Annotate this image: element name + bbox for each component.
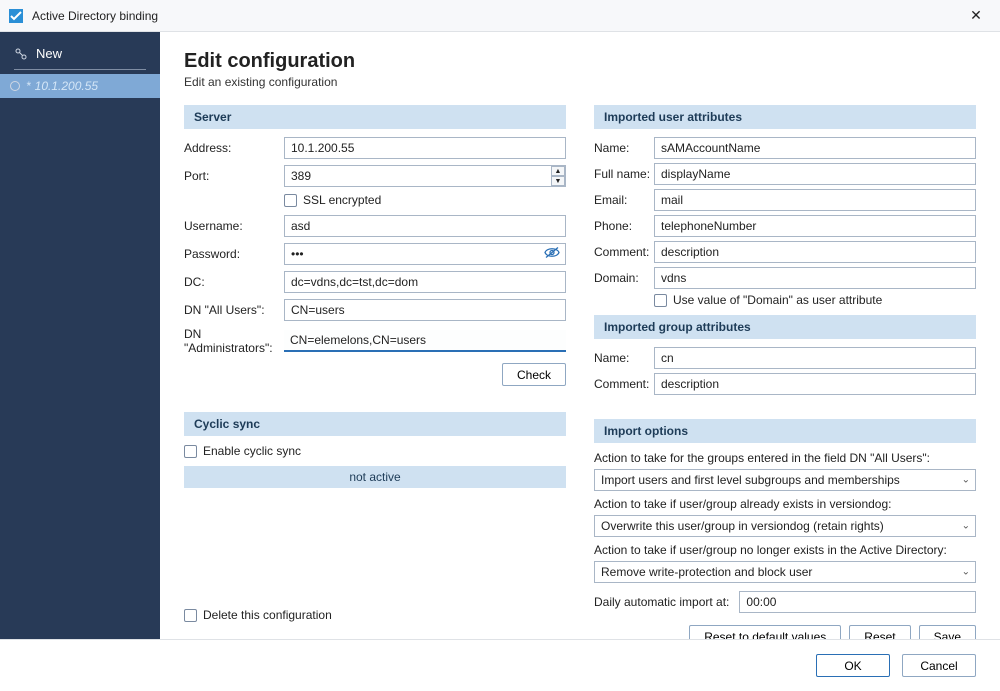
sidebar-new-label: New — [36, 46, 62, 61]
attr-domain-input[interactable] — [654, 267, 976, 289]
app-icon — [8, 8, 24, 24]
cancel-button[interactable]: Cancel — [902, 654, 976, 677]
page-subtitle: Edit an existing configuration — [184, 75, 976, 89]
dn-users-label: DN "All Users": — [184, 303, 284, 317]
new-icon — [14, 47, 28, 61]
reset-defaults-button[interactable]: Reset to default values — [689, 625, 841, 639]
page-title: Edit configuration — [184, 50, 976, 73]
dc-input[interactable] — [284, 271, 566, 293]
port-spin-down[interactable]: ▼ — [551, 176, 565, 186]
delete-config-checkbox[interactable] — [184, 609, 197, 622]
user-attrs-header: Imported user attributes — [594, 105, 976, 129]
dirty-marker: * — [26, 79, 31, 93]
port-input[interactable] — [284, 165, 566, 187]
check-button[interactable]: Check — [502, 363, 566, 386]
import-q2-value: Overwrite this user/group in versiondog … — [601, 519, 884, 533]
enable-cyclic-checkbox[interactable] — [184, 445, 197, 458]
import-q2-select[interactable]: Overwrite this user/group in versiondog … — [594, 515, 976, 537]
import-q1-label: Action to take for the groups entered in… — [594, 451, 976, 465]
import-q1-value: Import users and first level subgroups a… — [601, 473, 900, 487]
attr-phone-input[interactable] — [654, 215, 976, 237]
sidebar-new-button[interactable]: New — [0, 46, 160, 69]
address-input[interactable] — [284, 137, 566, 159]
titlebar: Active Directory binding ✕ — [0, 0, 1000, 32]
status-dot-icon — [10, 81, 20, 91]
window-title: Active Directory binding — [32, 9, 960, 23]
ok-button[interactable]: OK — [816, 654, 890, 677]
close-icon[interactable]: ✕ — [960, 7, 992, 24]
import-q3-label: Action to take if user/group no longer e… — [594, 543, 976, 557]
attr-comment-label: Comment: — [594, 245, 654, 259]
reset-button[interactable]: Reset — [849, 625, 910, 639]
attr-phone-label: Phone: — [594, 219, 654, 233]
enable-cyclic-label: Enable cyclic sync — [203, 444, 301, 458]
import-opts-header: Import options — [594, 419, 976, 443]
cyclic-status: not active — [184, 466, 566, 488]
attr-domain-label: Domain: — [594, 271, 654, 285]
dialog-footer: OK Cancel — [0, 639, 1000, 691]
attr-name-label: Name: — [594, 141, 654, 155]
username-label: Username: — [184, 219, 284, 233]
import-q3-select[interactable]: Remove write-protection and block user ⌄ — [594, 561, 976, 583]
attr-email-input[interactable] — [654, 189, 976, 211]
attr-comment-input[interactable] — [654, 241, 976, 263]
port-label: Port: — [184, 169, 284, 183]
dn-users-input[interactable] — [284, 299, 566, 321]
reveal-password-icon[interactable] — [544, 247, 560, 262]
group-name-input[interactable] — [654, 347, 976, 369]
domain-as-attr-checkbox[interactable] — [654, 294, 667, 307]
attr-email-label: Email: — [594, 193, 654, 207]
password-input[interactable] — [284, 243, 566, 265]
domain-as-attr-label: Use value of "Domain" as user attribute — [673, 293, 882, 307]
dn-admins-label: DN "Administrators": — [184, 327, 284, 355]
attr-name-input[interactable] — [654, 137, 976, 159]
save-button[interactable]: Save — [919, 625, 976, 639]
dc-label: DC: — [184, 275, 284, 289]
delete-config-label: Delete this configuration — [203, 608, 332, 622]
group-attrs-header: Imported group attributes — [594, 315, 976, 339]
address-label: Address: — [184, 141, 284, 155]
dn-admins-input[interactable] — [284, 330, 566, 352]
sidebar: New * 10.1.200.55 — [0, 32, 160, 639]
attr-fullname-input[interactable] — [654, 163, 976, 185]
daily-import-input[interactable] — [739, 591, 976, 613]
content-area: Edit configuration Edit an existing conf… — [160, 32, 1000, 639]
import-q1-select[interactable]: Import users and first level subgroups a… — [594, 469, 976, 491]
username-input[interactable] — [284, 215, 566, 237]
import-q2-label: Action to take if user/group already exi… — [594, 497, 976, 511]
sidebar-divider — [14, 69, 146, 70]
group-comment-label: Comment: — [594, 377, 654, 391]
group-comment-input[interactable] — [654, 373, 976, 395]
sidebar-item-label: 10.1.200.55 — [35, 79, 98, 93]
group-name-label: Name: — [594, 351, 654, 365]
port-spin-up[interactable]: ▲ — [551, 166, 565, 176]
attr-fullname-label: Full name: — [594, 167, 654, 181]
daily-import-label: Daily automatic import at: — [594, 595, 729, 609]
password-label: Password: — [184, 247, 284, 261]
server-header: Server — [184, 105, 566, 129]
ssl-checkbox[interactable] — [284, 194, 297, 207]
ssl-label: SSL encrypted — [303, 193, 381, 207]
import-q3-value: Remove write-protection and block user — [601, 565, 812, 579]
cyclic-header: Cyclic sync — [184, 412, 566, 436]
sidebar-item-config[interactable]: * 10.1.200.55 — [0, 74, 160, 98]
